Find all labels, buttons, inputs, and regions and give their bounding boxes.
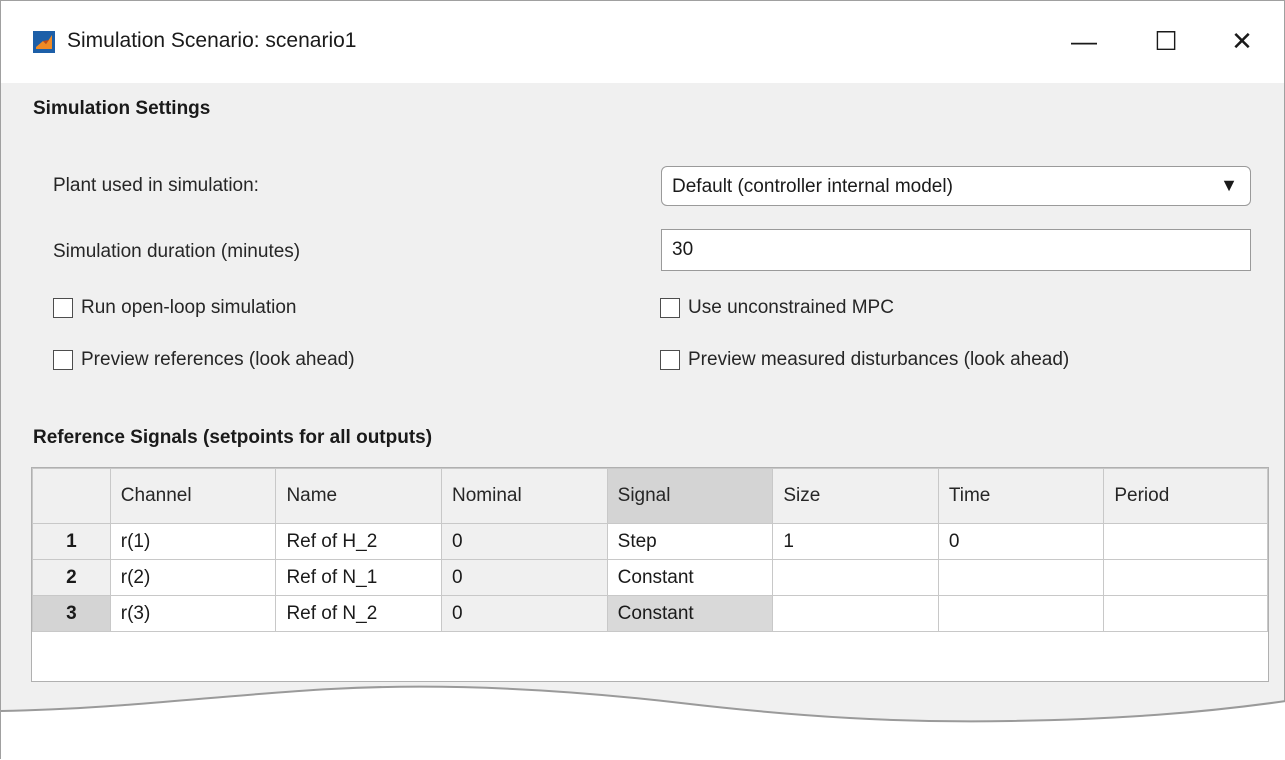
matlab-icon [33,31,55,53]
duration-field-container [661,229,1251,271]
column-header-period[interactable]: Period [1103,468,1268,524]
column-header-size[interactable]: Size [772,468,939,524]
preview-disturbances-checkbox[interactable] [660,350,680,370]
preview-disturbances-label: Preview measured disturbances (look ahea… [688,349,1070,370]
close-button[interactable]: ✕ [1219,19,1265,63]
column-header-nominal[interactable]: Nominal [441,468,608,524]
table-row[interactable]: 1 r(1) Ref of H_2 0 Step 1 0 [32,523,1268,560]
period-cell[interactable] [1103,559,1268,596]
open-loop-label: Run open-loop simulation [81,297,297,318]
column-header-name[interactable]: Name [275,468,442,524]
row-number[interactable]: 3 [32,595,111,632]
preview-references-label: Preview references (look ahead) [81,349,355,370]
minimize-button[interactable]: — [1061,19,1107,63]
column-header-index[interactable] [32,468,111,524]
column-header-signal[interactable]: Signal [606,468,774,524]
preview-disturbances-checkbox-row[interactable]: Preview measured disturbances (look ahea… [660,349,1069,371]
column-header-channel[interactable]: Channel [109,468,277,524]
window-title: Simulation Scenario: scenario1 [67,29,357,52]
period-cell[interactable] [1103,595,1268,632]
table-header-row: Channel Name Nominal Signal Size Time Pe… [32,468,1268,524]
table-row[interactable]: 3 r(3) Ref of N_2 0 Constant [32,595,1268,632]
column-header-time[interactable]: Time [937,468,1105,524]
simulation-scenario-window: Simulation Scenario: scenario1 — ☐ ✕ Sim… [0,0,1285,760]
preview-references-checkbox-row[interactable]: Preview references (look ahead) [53,349,355,371]
size-cell[interactable]: 1 [772,523,939,560]
reference-signals-table: Channel Name Nominal Signal Size Time Pe… [31,467,1269,682]
size-cell[interactable] [772,559,939,596]
nominal-cell: 0 [441,595,608,632]
channel-cell: r(2) [109,559,277,596]
unconstrained-mpc-label: Use unconstrained MPC [688,297,894,318]
plant-dropdown-value: Default (controller internal model) [672,176,953,197]
title-bar: Simulation Scenario: scenario1 — ☐ ✕ [1,1,1284,83]
open-loop-checkbox[interactable] [53,298,73,318]
time-cell[interactable] [937,559,1105,596]
signal-cell[interactable]: Step [606,523,774,560]
simulation-settings-heading: Simulation Settings [33,98,211,119]
nominal-cell: 0 [441,559,608,596]
caret-down-icon: ▼ [1220,175,1238,195]
row-number[interactable]: 2 [32,559,111,596]
table-row[interactable]: 2 r(2) Ref of N_1 0 Constant [32,559,1268,596]
signal-cell[interactable]: Constant [606,595,774,632]
nominal-cell: 0 [441,523,608,560]
time-cell[interactable] [937,595,1105,632]
duration-field[interactable] [662,230,1250,270]
name-cell: Ref of H_2 [275,523,442,560]
duration-label: Simulation duration (minutes) [53,241,301,262]
channel-cell: r(3) [109,595,277,632]
name-cell: Ref of N_2 [275,595,442,632]
period-cell[interactable] [1103,523,1268,560]
preview-references-checkbox[interactable] [53,350,73,370]
torn-edge-overlay [1,685,1285,760]
signal-cell[interactable]: Constant [606,559,774,596]
open-loop-checkbox-row[interactable]: Run open-loop simulation [53,297,296,319]
channel-cell: r(1) [109,523,277,560]
plant-dropdown[interactable]: Default (controller internal model) ▼ [661,166,1251,206]
maximize-button[interactable]: ☐ [1143,19,1189,63]
reference-signals-heading: Reference Signals (setpoints for all out… [33,427,433,448]
size-cell[interactable] [772,595,939,632]
time-cell[interactable]: 0 [937,523,1105,560]
unconstrained-mpc-checkbox[interactable] [660,298,680,318]
unconstrained-mpc-checkbox-row[interactable]: Use unconstrained MPC [660,297,894,319]
name-cell: Ref of N_1 [275,559,442,596]
plant-label: Plant used in simulation: [53,175,259,196]
row-number[interactable]: 1 [32,523,111,560]
